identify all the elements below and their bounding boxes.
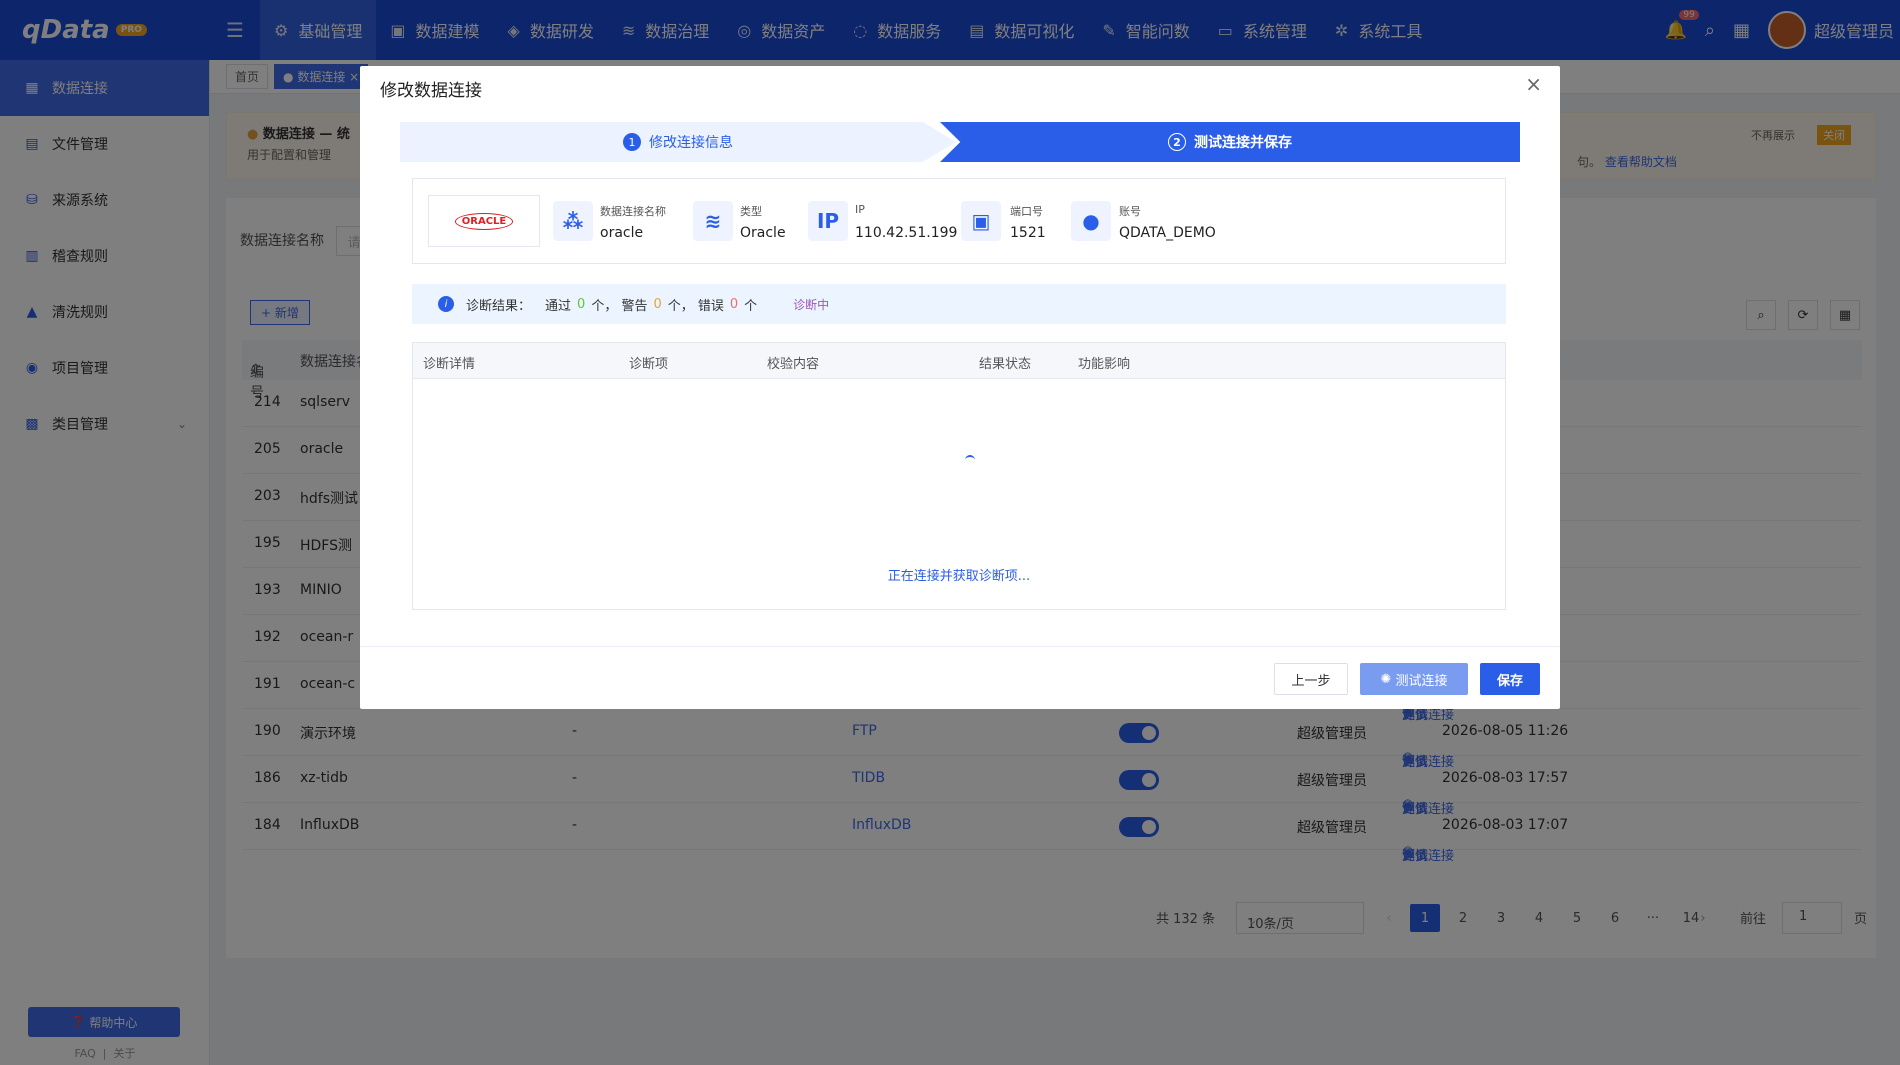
step-2-label: 测试连接并保存 [1194, 135, 1292, 151]
field-label: 端口号 [1010, 205, 1043, 218]
step-2-number: 2 [1168, 133, 1186, 151]
step-test-save[interactable]: 2 测试连接并保存 [940, 122, 1520, 162]
diag-status-badge: 诊断中 [793, 297, 830, 312]
field-value: QDATA_DEMO [1119, 225, 1216, 241]
step-1-number: 1 [623, 133, 641, 151]
oracle-logo: ORACLE [428, 195, 540, 247]
dialog-title: 修改数据连接 [380, 81, 482, 101]
field-label: 数据连接名称 [600, 205, 666, 218]
steps: 1 修改连接信息 2 测试连接并保存 [400, 122, 1520, 162]
diag-col-2: 校验内容 [767, 357, 820, 372]
loading-icon: ✺ [1380, 671, 1396, 687]
diag-col-0: 诊断详情 [423, 357, 476, 372]
diagnosis-table: 诊断详情 诊断项 校验内容 结果状态 功能影响 正在连接并获取诊断项... [412, 342, 1506, 610]
field-value: 110.42.51.199 [855, 225, 958, 241]
diag-col-4: 功能影响 [1078, 357, 1131, 372]
field-label: 类型 [740, 205, 762, 218]
user-icon: ● [1071, 201, 1111, 241]
edit-connection-dialog: 修改数据连接 × 1 修改连接信息 2 测试连接并保存 ORACLE ⁂ 数据连接名称… [360, 66, 1560, 709]
diag-error-label: 个， 错误 [667, 298, 724, 314]
diag-pass-count: 0 [577, 296, 586, 312]
loading-text: 正在连接并获取诊断项... [887, 569, 1031, 584]
field-value: Oracle [740, 225, 786, 241]
diag-label: 诊断结果： [466, 298, 532, 314]
diag-error-count: 0 [729, 296, 739, 312]
diagnosis-summary: i 诊断结果： 通过 0 个， 警告 0 个， 错误 0 个 诊断中 [412, 284, 1506, 324]
info-icon: i [438, 296, 454, 312]
diag-warn-label: 个， 警告 [591, 298, 648, 314]
oracle-logo-text: ORACLE [454, 212, 514, 230]
save-button[interactable]: 保存 [1480, 663, 1540, 695]
diagnosis-table-header: 诊断详情 诊断项 校验内容 结果状态 功能影响 [413, 343, 1505, 379]
loading-spinner [965, 455, 975, 465]
step-edit-info[interactable]: 1 修改连接信息 [400, 122, 956, 162]
field-value: oracle [600, 225, 644, 241]
diag-col-1: 诊断项 [629, 357, 669, 372]
diag-pass-label: 通过 [545, 298, 572, 314]
connection-info-card: ORACLE ⁂ 数据连接名称 oracle ≋ 类型 Oracle IP IP 110.42.… [412, 178, 1506, 264]
step-1-label: 修改连接信息 [649, 135, 733, 151]
ip-icon: IP [808, 201, 848, 241]
diag-warn-count: 0 [653, 296, 662, 312]
test-connection-button[interactable]: ✺ 测试连接 [1360, 663, 1468, 695]
layers-icon: ≋ [693, 201, 733, 241]
cluster-icon: ⁂ [553, 201, 593, 241]
port-icon: ▣ [961, 201, 1001, 241]
field-label: 账号 [1119, 205, 1141, 218]
close-icon[interactable]: × [1525, 72, 1542, 96]
prev-step-button[interactable]: 上一步 [1274, 663, 1348, 695]
test-connection-label: 测试连接 [1395, 673, 1448, 689]
diag-col-3: 结果状态 [979, 357, 1032, 372]
field-label: IP [855, 203, 865, 216]
field-value: 1521 [1010, 225, 1046, 241]
diag-unit: 个 [744, 298, 758, 314]
